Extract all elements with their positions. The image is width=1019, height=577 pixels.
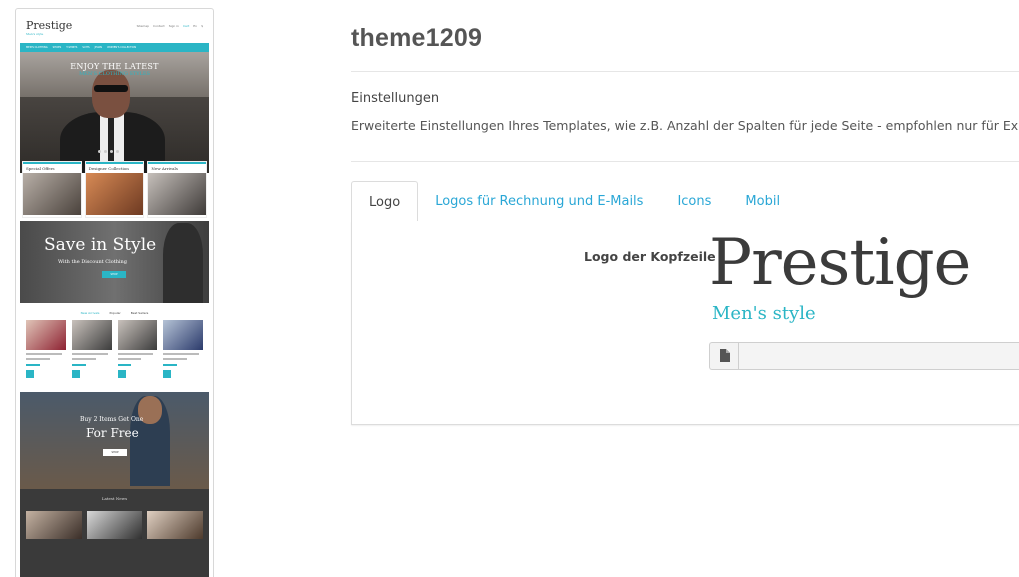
theme-settings-main: theme1209 Einstellungen Erweiterte Einst… xyxy=(351,0,1019,577)
logo-wordmark: Prestige xyxy=(709,226,971,300)
preview-tile: New Arrivals xyxy=(147,161,208,218)
preview-promo-button: SHOP xyxy=(103,449,127,456)
preview-promo-line2: For Free xyxy=(86,426,139,440)
divider xyxy=(351,161,1019,162)
file-icon xyxy=(719,347,730,366)
preview-product xyxy=(71,320,112,378)
preview-product-tab: Best Sellers xyxy=(130,311,149,315)
preview-save-button: SHOP xyxy=(102,271,126,278)
logo-tagline: Men's style xyxy=(712,303,816,324)
preview-nav-item: SUITS xyxy=(82,46,90,49)
preview-logo: Prestige Men's style xyxy=(26,19,72,36)
preview-save-banner: Save in Style With the Discount Clothing… xyxy=(20,221,209,303)
preview-hero-face xyxy=(92,70,130,118)
preview-top-link: Sign in xyxy=(168,24,179,28)
preview-tile-caption: New Arrivals xyxy=(148,162,207,173)
preview-cart-link: Cart xyxy=(182,24,190,28)
header-logo-preview: Prestige Men's style xyxy=(709,226,1009,331)
tab-panel-logo: Logo der Kopfzeile Prestige Men's style xyxy=(351,221,1019,425)
preview-tile-image xyxy=(85,173,144,215)
preview-save-subtitle: With the Discount Clothing xyxy=(58,259,127,265)
header-logo-label: Logo der Kopfzeile xyxy=(584,249,716,264)
preview-save-title: Save in Style xyxy=(44,235,157,255)
preview-top-link: Sitemap xyxy=(136,24,150,28)
theme-preview: Prestige Men's style Sitemap Contact Sig… xyxy=(15,8,214,577)
preview-product xyxy=(117,320,158,378)
preview-tile-caption: Special Offers xyxy=(23,162,81,173)
preview-nav-item: JEANS xyxy=(94,46,103,49)
preview-hero-tie xyxy=(108,118,114,163)
file-button[interactable] xyxy=(709,342,738,370)
section-description: Erweiterte Einstellungen Ihres Templates… xyxy=(351,118,1019,133)
settings-tabs: Logo Logos für Rechnung und E-Mails Icon… xyxy=(351,181,1019,223)
preview-hero-text: ENJOY THE LATEST MEN'S CLOTHING STYLES xyxy=(20,62,209,77)
preview-hero-banner: ENJOY THE LATEST MEN'S CLOTHING STYLES xyxy=(20,52,209,173)
preview-tile-caption: Designer Collection xyxy=(85,162,144,173)
preview-hero-line2: MEN'S CLOTHING STYLES xyxy=(79,71,150,77)
preview-top-link: En xyxy=(193,24,198,28)
preview-save-figure xyxy=(163,223,203,303)
preview-news-row xyxy=(20,501,209,539)
tab-logo[interactable]: Logo xyxy=(351,181,419,223)
section-title: Einstellungen xyxy=(351,91,440,106)
preview-tile-image xyxy=(148,173,207,215)
logo-file-input[interactable] xyxy=(738,342,1019,370)
tab-mobile[interactable]: Mobil xyxy=(728,181,797,222)
preview-nav-item: T-SHIRTS xyxy=(66,46,78,49)
preview-nav-item: WOMEN'S COLLECTION xyxy=(107,46,137,49)
preview-tile: Special Offers xyxy=(22,161,82,218)
divider xyxy=(351,71,1019,72)
preview-hero-glasses xyxy=(94,85,128,92)
preview-top-links: Sitemap Contact Sign in Cart En $ xyxy=(137,24,203,28)
page-title: theme1209 xyxy=(351,24,483,52)
preview-product-tab: New Arrivals xyxy=(80,311,100,315)
preview-news-title: Latest News xyxy=(101,496,128,501)
preview-nav: MEN'S CLOTHING SHOES T-SHIRTS SUITS JEAN… xyxy=(20,43,209,52)
preview-product xyxy=(26,320,66,378)
preview-nav-item: MEN'S CLOTHING xyxy=(26,46,48,49)
preview-promo-banner: Buy 2 Items Get One For Free SHOP xyxy=(20,392,209,489)
preview-news-section: Latest News xyxy=(20,489,209,577)
tab-icons[interactable]: Icons xyxy=(660,181,728,222)
preview-tile: Designer Collection xyxy=(84,161,145,218)
preview-product-tab: Popular xyxy=(109,311,121,315)
preview-top-link: Contact xyxy=(153,24,165,28)
logo-file-upload xyxy=(709,342,1019,370)
preview-hero-line1: ENJOY THE LATEST xyxy=(70,62,159,71)
preview-tile-image xyxy=(23,173,81,215)
preview-slider-dots xyxy=(98,150,119,153)
preview-logo-text: Prestige xyxy=(26,19,73,32)
preview-top-link: $ xyxy=(201,24,203,28)
tab-invoice-email-logos[interactable]: Logos für Rechnung und E-Mails xyxy=(418,181,660,222)
preview-nav-item: SHOES xyxy=(52,46,62,49)
preview-product xyxy=(163,320,203,378)
preview-product-grid xyxy=(20,315,209,378)
preview-tiles: Special Offers Designer Collection New A… xyxy=(20,161,209,218)
preview-header: Prestige Men's style Sitemap Contact Sig… xyxy=(20,13,209,43)
preview-logo-tagline: Men's style xyxy=(26,32,44,36)
preview-promo-line1: Buy 2 Items Get One xyxy=(80,416,144,423)
